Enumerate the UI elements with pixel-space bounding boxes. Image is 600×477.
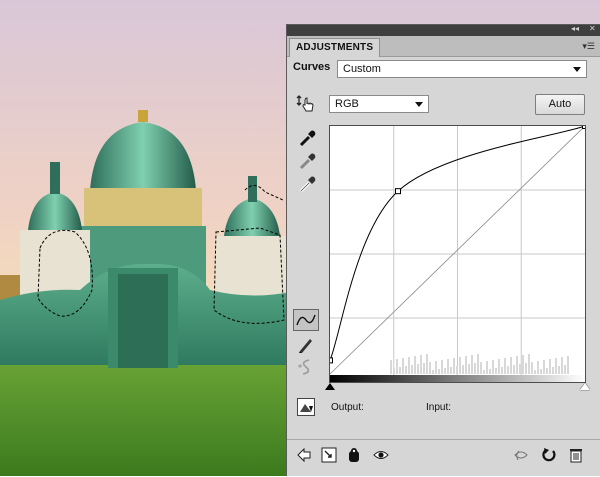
panel-bottom-toolbar — [287, 439, 600, 477]
clip-to-layer-icon[interactable] — [346, 447, 362, 463]
black-eyedropper-icon[interactable] — [298, 128, 318, 148]
input-gradient-bar — [329, 375, 586, 383]
smooth-curve-icon[interactable] — [296, 357, 316, 377]
pencil-icon[interactable] — [296, 335, 316, 355]
trash-icon[interactable] — [568, 447, 584, 463]
reset-icon[interactable] — [541, 447, 557, 463]
on-image-adjust-icon[interactable] — [295, 93, 315, 113]
curves-plot[interactable] — [330, 126, 585, 382]
curve-control-point[interactable] — [582, 126, 586, 129]
expanded-view-icon[interactable] — [321, 447, 337, 463]
gray-eyedropper-icon[interactable] — [298, 151, 318, 171]
curves-graph[interactable] — [329, 125, 586, 383]
input-label: Input: — [426, 402, 452, 413]
auto-button[interactable]: Auto — [535, 94, 585, 115]
adjustments-panel: ◂◂ ✕ ADJUSTMENTS ▾☰ Curves Custom RGB Au… — [286, 24, 600, 476]
clipping-warning-icon[interactable] — [297, 398, 315, 416]
view-previous-state-icon[interactable] — [513, 447, 529, 463]
curve-control-point[interactable] — [395, 188, 401, 195]
back-arrow-icon[interactable] — [296, 447, 312, 463]
double-arrow-icon[interactable]: ◂◂ — [571, 24, 579, 33]
curve-control-point[interactable] — [330, 357, 333, 364]
preset-select[interactable]: Custom — [337, 60, 587, 78]
chevron-down-icon — [415, 102, 423, 107]
white-point-slider[interactable] — [580, 383, 590, 390]
histogram — [390, 354, 569, 374]
panel-tab-row: ADJUSTMENTS ▾☰ — [287, 36, 600, 57]
visibility-eye-icon[interactable] — [373, 447, 389, 463]
chevron-down-icon — [573, 67, 581, 72]
preset-value: Custom — [343, 63, 381, 75]
close-icon[interactable]: ✕ — [589, 24, 596, 33]
panel-menu-icon[interactable]: ▾☰ — [582, 41, 595, 52]
white-eyedropper-icon[interactable] — [298, 174, 318, 194]
panel-titlebar: ◂◂ ✕ — [287, 24, 600, 36]
channel-select[interactable]: RGB — [329, 95, 429, 113]
channel-value: RGB — [335, 98, 359, 110]
preset-label: Curves — [293, 61, 331, 73]
tab-adjustments[interactable]: ADJUSTMENTS — [289, 38, 381, 57]
black-point-slider[interactable] — [325, 383, 335, 390]
curve-points-icon[interactable] — [293, 309, 319, 331]
output-label: Output: — [331, 402, 364, 413]
